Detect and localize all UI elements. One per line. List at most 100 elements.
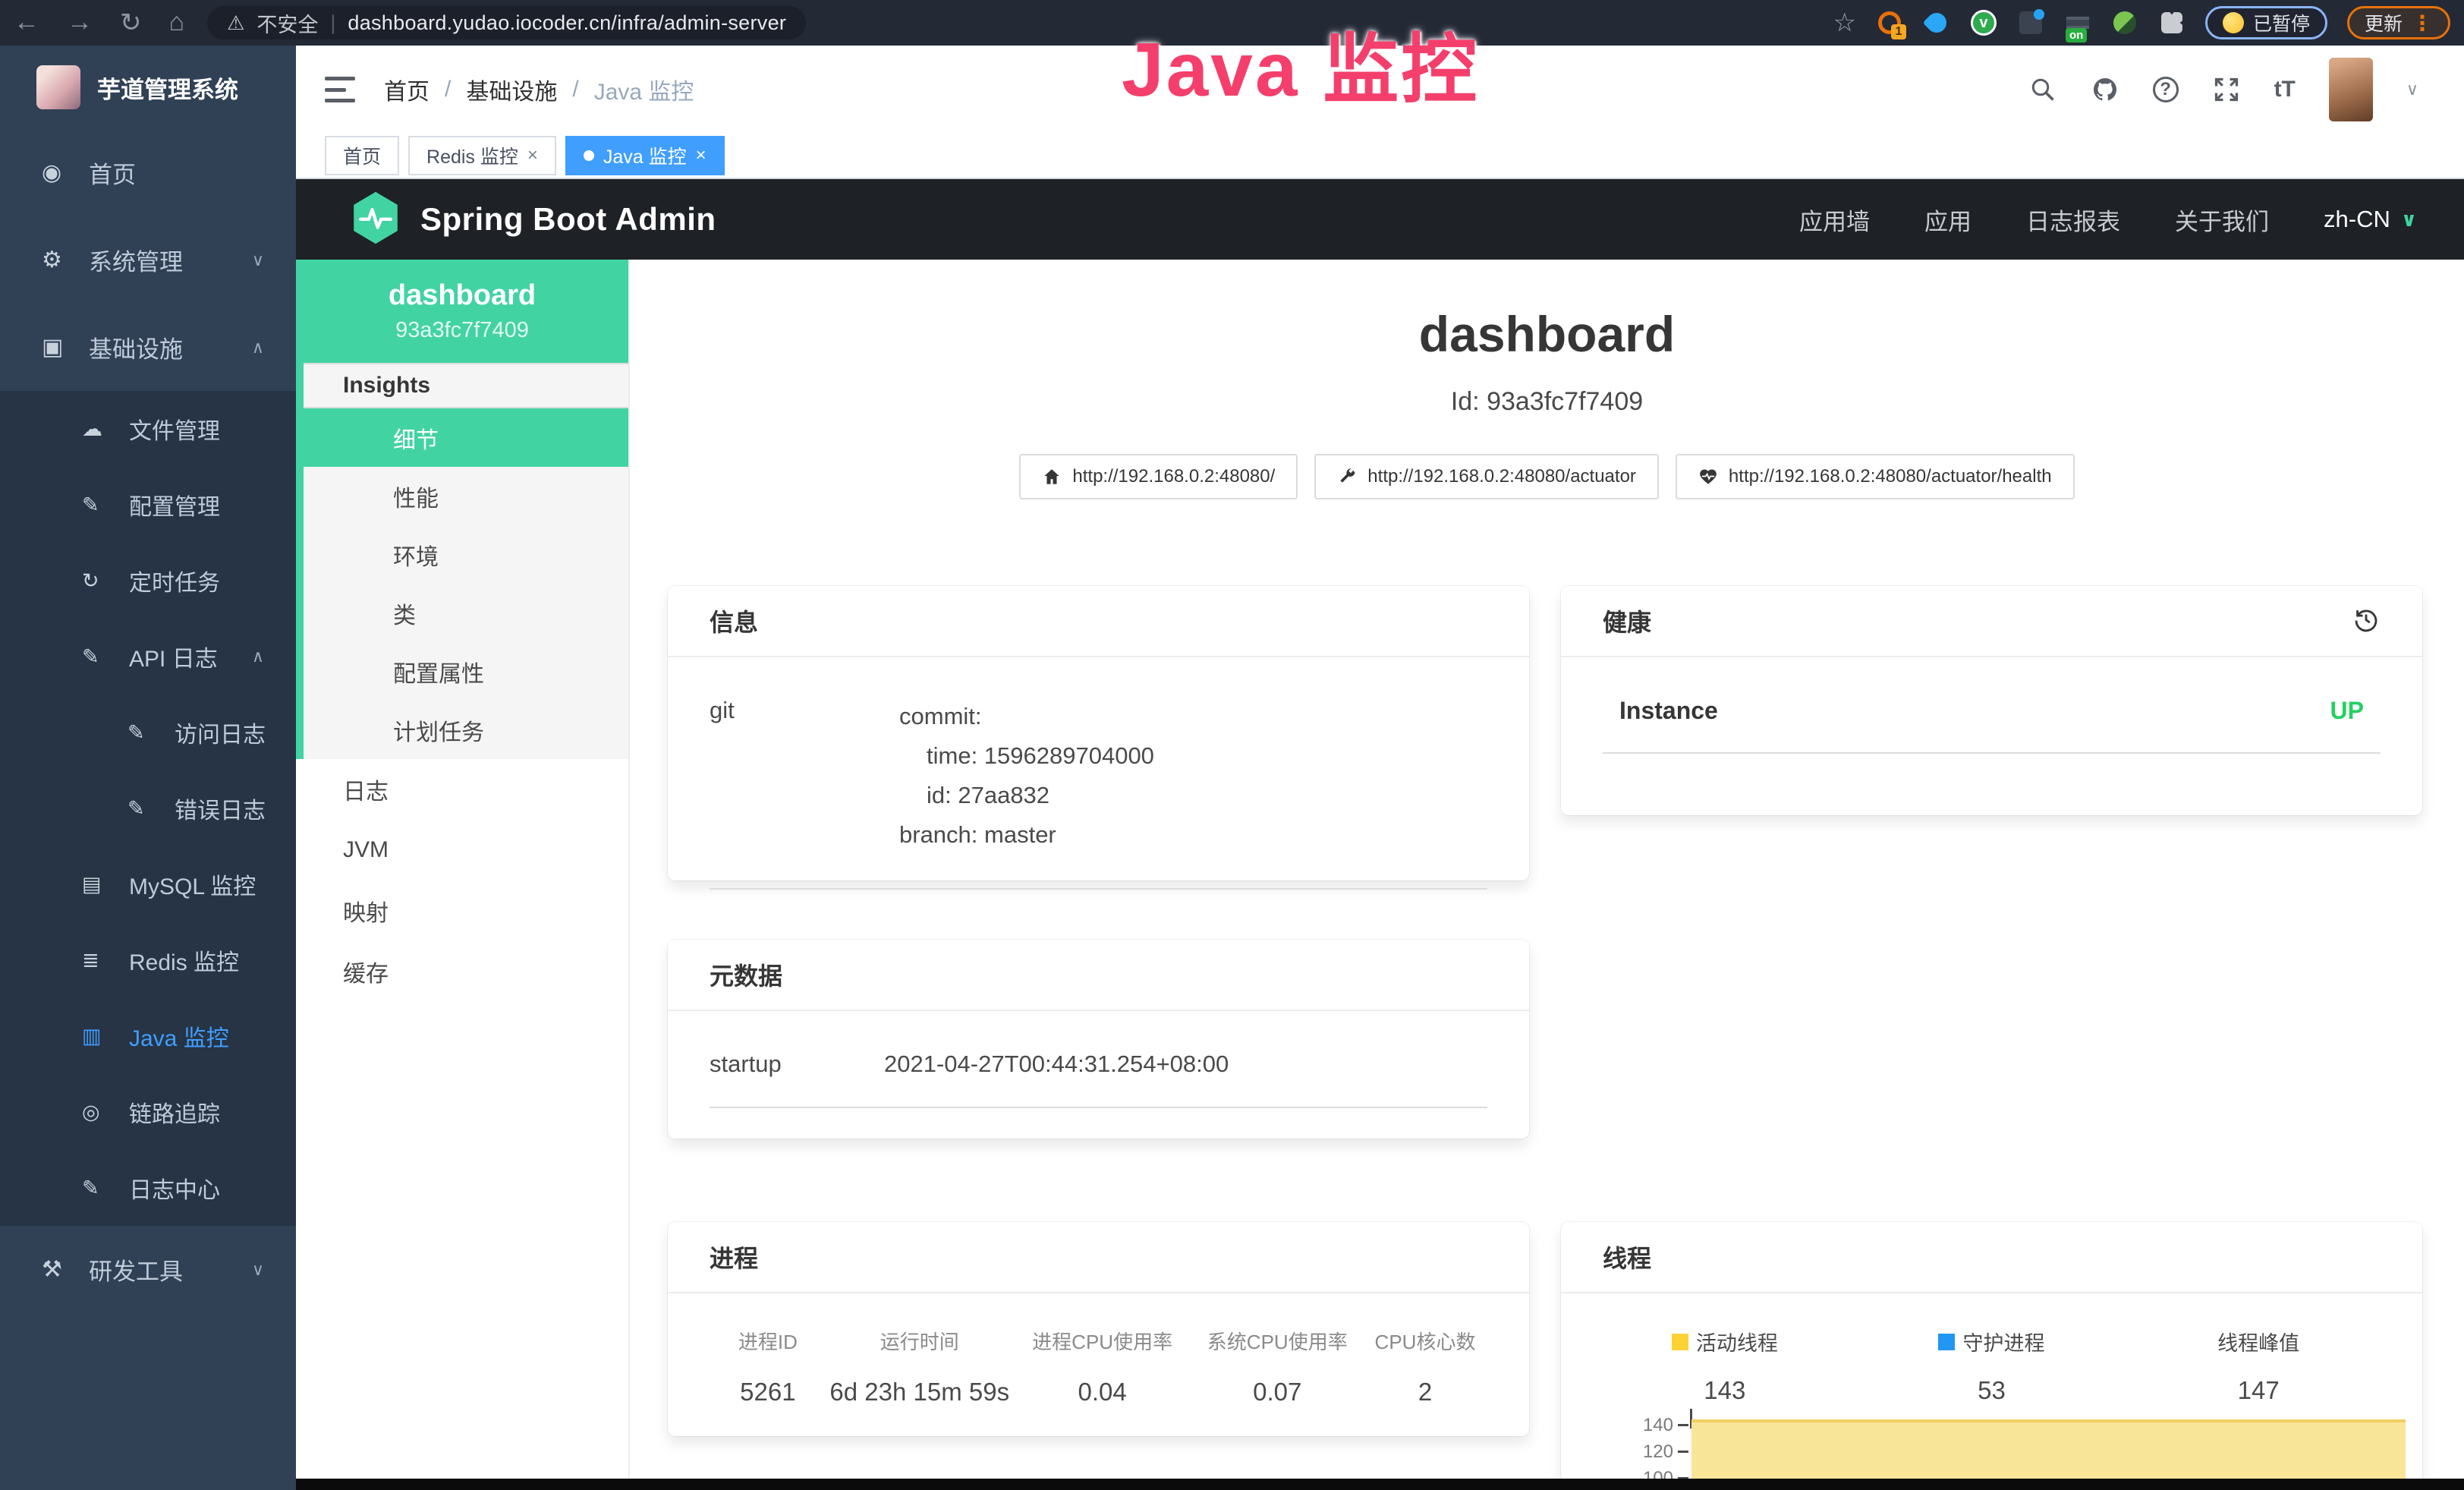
list-bars-icon (2066, 17, 2089, 29)
sba-nav-applications[interactable]: 应用 (1924, 203, 1972, 237)
app-logo (36, 65, 80, 109)
sba-item-caches[interactable]: 缓存 (296, 941, 628, 1002)
instance-url-row: http://192.168.0.2:48080/ http://192.168… (630, 454, 2464, 499)
sba-item-environment[interactable]: 环境 (304, 525, 628, 584)
breadcrumb-infra[interactable]: 基础设施 (466, 73, 557, 106)
git-commit-info: commit: time: 1596289704000 id: 27aa832 … (899, 697, 1154, 855)
cloud-icon: ☁ (82, 417, 129, 441)
fullscreen-icon[interactable] (2212, 75, 2241, 104)
sba-item-classes[interactable]: 类 (304, 584, 628, 642)
java-monitor-icon: ▥ (82, 1025, 129, 1048)
sba-nav-about[interactable]: 关于我们 (2175, 203, 2269, 237)
help-icon[interactable]: ? (2153, 77, 2179, 102)
history-icon[interactable] (2352, 605, 2381, 638)
extension-location-icon[interactable] (1923, 9, 1950, 36)
extension-colorzilla-icon[interactable]: 1 (1876, 9, 1903, 36)
sidebar-item-trace[interactable]: ◎ 链路追踪 (0, 1074, 296, 1150)
process-value-pid: 5261 (710, 1378, 826, 1407)
hamburger-icon[interactable] (325, 77, 355, 102)
chrome-update-button[interactable]: 更新 ⋮ (2347, 6, 2450, 39)
layers-icon: ≣ (82, 949, 129, 972)
not-secure-warning-icon: ⚠ (227, 11, 244, 35)
threads-card-title: 线程 (1603, 1240, 1651, 1274)
github-icon[interactable] (2091, 75, 2119, 104)
sidebar-item-log-center[interactable]: ✎ 日志中心 (0, 1150, 296, 1226)
close-icon[interactable]: × (696, 145, 706, 166)
toolbox-icon: ⚒ (42, 1256, 89, 1283)
sba-brand[interactable]: Spring Boot Admin (351, 191, 716, 249)
health-status-badge: UP (2330, 697, 2364, 725)
sba-item-scheduled-tasks[interactable]: 计划任务 (304, 701, 628, 759)
search-icon[interactable] (2028, 75, 2057, 104)
sba-item-details[interactable]: 细节 (304, 408, 628, 467)
monitor-icon: ▣ (42, 334, 89, 361)
profile-paused-chip[interactable]: 已暂停 (2205, 6, 2327, 39)
sidebar-item-scheduled-jobs[interactable]: ↻ 定时任务 (0, 543, 296, 619)
url-text: dashboard.yudao.iocoder.cn/infra/admin-s… (348, 11, 786, 35)
sidebar-item-redis-monitor[interactable]: ≣ Redis 监控 (0, 922, 296, 998)
health-instance-label[interactable]: Instance (1619, 697, 1718, 725)
extension-onetab-icon[interactable]: on (2064, 9, 2091, 36)
active-dot-icon (584, 150, 594, 161)
font-size-icon[interactable]: tT (2274, 77, 2296, 102)
dashboard-icon: ◉ (42, 159, 89, 186)
chevron-down-icon: ∨ (2401, 208, 2417, 232)
user-menu-caret-icon[interactable]: ∨ (2406, 80, 2418, 99)
breadcrumb-home[interactable]: 首页 (384, 73, 430, 106)
bookmark-star-icon[interactable]: ☆ (1833, 8, 1855, 38)
extensions-puzzle-icon[interactable] (2158, 9, 2186, 36)
browser-forward-icon[interactable]: → (67, 8, 93, 38)
sba-sidebar: dashboard 93a3fc7f7409 Insights 细节 性能 环境… (296, 260, 630, 1490)
sba-nav-wallboard[interactable]: 应用墙 (1799, 203, 1870, 237)
instance-header[interactable]: dashboard 93a3fc7f7409 (296, 260, 628, 363)
sidebar-item-config-manage[interactable]: ✎ 配置管理 (0, 467, 296, 543)
extension-v-icon[interactable]: v (1970, 9, 1997, 36)
sidebar-item-java-monitor[interactable]: ▥ Java 监控 (0, 998, 296, 1074)
sidebar-item-api-log[interactable]: ✎ API 日志 ∧ (0, 619, 296, 695)
health-url-button[interactable]: http://192.168.0.2:48080/actuator/health (1676, 454, 2075, 499)
sidebar-item-system[interactable]: ⚙ 系统管理 ∨ (0, 216, 296, 304)
tab-java-monitor[interactable]: Java 监控 × (565, 136, 725, 175)
sba-nav-journal[interactable]: 日志报表 (2026, 203, 2120, 237)
extension-leaf-icon[interactable] (2111, 9, 2138, 36)
locale-selector[interactable]: zh-CN ∨ (2324, 206, 2417, 233)
address-bar[interactable]: ⚠ 不安全 | dashboard.yudao.iocoder.cn/infra… (207, 6, 806, 39)
not-secure-label: 不安全 (256, 8, 318, 38)
browser-back-icon[interactable]: ← (14, 8, 39, 38)
chevron-down-icon: ∨ (252, 1260, 264, 1280)
app-sidebar: 芋道管理系统 ◉ 首页 ⚙ 系统管理 ∨ ▣ 基础设施 ∧ ☁ 文件管理 (0, 46, 296, 1490)
sidebar-item-home[interactable]: ◉ 首页 (0, 129, 296, 216)
sidebar-item-access-log[interactable]: ✎ 访问日志 (0, 695, 296, 770)
browser-reload-icon[interactable]: ↻ (120, 8, 142, 38)
sba-item-logs[interactable]: 日志 (296, 759, 628, 820)
tab-home[interactable]: 首页 (325, 136, 399, 175)
chevron-up-icon: ∧ (252, 338, 264, 358)
close-icon[interactable]: × (527, 145, 538, 166)
avatar[interactable] (2329, 58, 2373, 121)
kebab-menu-icon[interactable]: ⋮ (2412, 11, 2433, 36)
actuator-url-button[interactable]: http://192.168.0.2:48080/actuator (1314, 454, 1659, 499)
sba-item-jvm[interactable]: JVM (296, 820, 628, 880)
update-label: 更新 (2365, 9, 2403, 36)
sba-item-mappings[interactable]: 映射 (296, 880, 628, 941)
insights-group: Insights 细节 性能 环境 类 配置属性 计划任务 (296, 363, 628, 759)
sidebar-item-error-log[interactable]: ✎ 错误日志 (0, 770, 296, 846)
sba-item-config-props[interactable]: 配置属性 (304, 642, 628, 701)
tab-redis-monitor[interactable]: Redis 监控 × (408, 136, 556, 175)
service-url-button[interactable]: http://192.168.0.2:48080/ (1019, 454, 1298, 499)
database-icon: ▤ (82, 873, 129, 896)
sidebar-item-infra[interactable]: ▣ 基础设施 ∧ (0, 304, 296, 391)
sidebar-item-file-manage[interactable]: ☁ 文件管理 (0, 391, 296, 467)
divider (710, 888, 1487, 890)
log-center-icon: ✎ (82, 1177, 129, 1200)
extension-grid-icon[interactable] (2017, 9, 2044, 36)
error-log-icon: ✎ (127, 797, 175, 821)
sidebar-item-mysql-monitor[interactable]: ▤ MySQL 监控 (0, 846, 296, 922)
ytick-120: 120 (1561, 1441, 1673, 1463)
gear-icon: ⚙ (42, 247, 89, 273)
url-divider: | (330, 11, 335, 35)
browser-home-icon[interactable]: ⌂ (169, 8, 185, 38)
sidebar-item-dev-tools[interactable]: ⚒ 研发工具 ∨ (0, 1226, 296, 1313)
page-title: dashboard (630, 305, 2464, 363)
sba-item-metrics[interactable]: 性能 (304, 467, 628, 525)
